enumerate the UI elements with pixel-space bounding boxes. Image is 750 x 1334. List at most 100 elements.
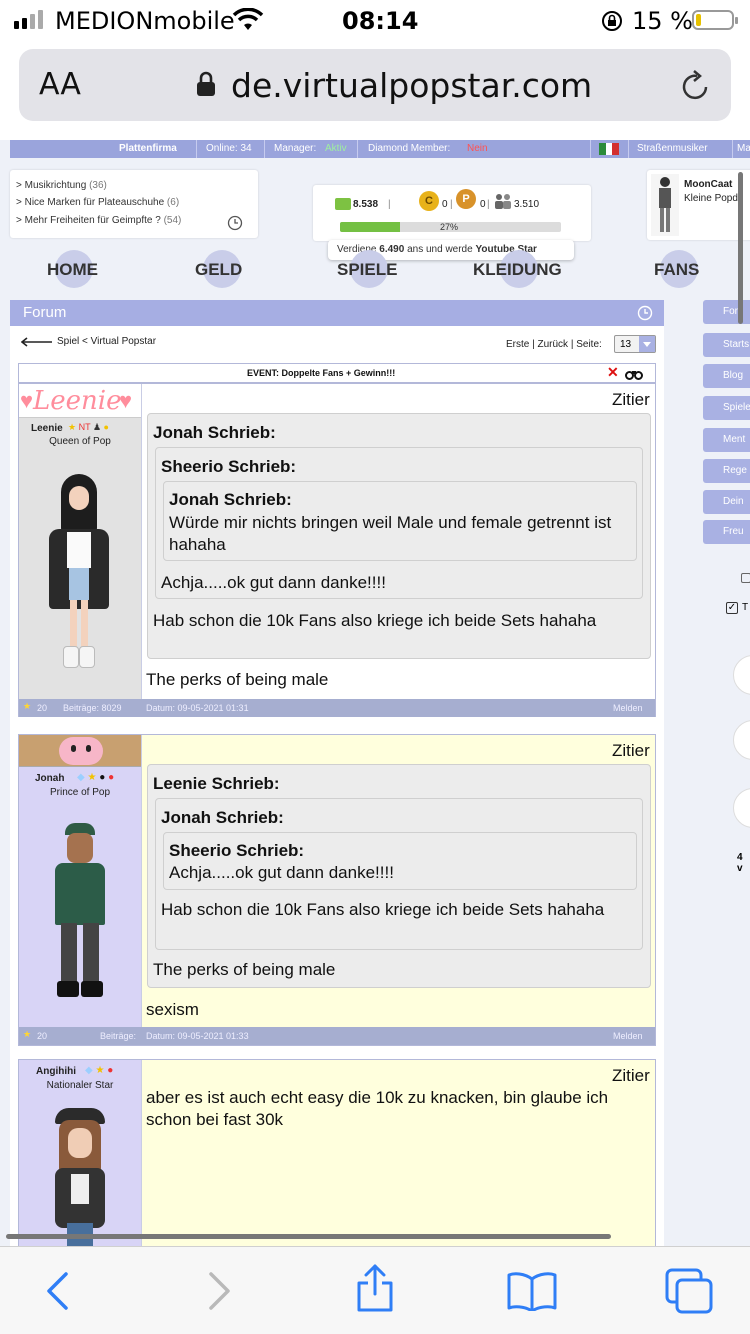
tabs-icon[interactable] [664,1267,714,1315]
forward-icon[interactable] [205,1271,233,1311]
user-avatar[interactable] [49,823,111,1003]
side-menu-rege[interactable]: Rege [703,459,750,483]
nav-cut-item[interactable]: Ma [737,143,750,154]
news-link[interactable]: > Nice Marken für Plateauschuhe (6) [16,197,179,208]
side-checkbox-label: T [742,602,749,613]
binoculars-icon[interactable] [625,368,643,380]
back-icon[interactable] [44,1271,72,1311]
quote-author: Jonah Schrieb: [161,808,284,827]
bookmarks-icon[interactable] [506,1271,558,1311]
back-arrow-icon[interactable] [21,337,53,347]
news-link[interactable]: > Musikrichtung (36) [16,180,107,191]
side-menu-freu[interactable]: Freu [703,520,750,544]
side-menu-ment[interactable]: Ment [703,428,750,452]
user-banner [19,735,141,767]
user-panel: Angihihi ◆ ★ ● Nationaler Star [19,1060,141,1246]
user-panel: Leenie ♥ ♥ Leenie ★ NT ♟ ● Queen of Pop [19,384,141,699]
news-link[interactable]: > Mehr Freiheiten für Geimpfte ? (54) [16,215,181,226]
browser-url-bar: AA de.virtualpopstar.com [0,40,750,140]
signal-bar [22,18,27,29]
user-title: Queen of Pop [49,436,111,447]
breadcrumb[interactable]: Spiel < Virtual Popstar [57,336,156,347]
address-field[interactable]: AA de.virtualpopstar.com [19,49,731,121]
nav-kleidung[interactable]: KLEIDUNG [473,260,562,280]
close-thread-icon[interactable]: ✕ [607,364,619,381]
forum-post: Leenie ♥ ♥ Leenie ★ NT ♟ ● Queen of Pop [18,383,656,717]
nav-plattenfirma[interactable]: Plattenfirma [119,143,177,154]
quote-text: Achja.....ok gut dann danke!!!! [161,573,386,592]
clock-icon [637,305,653,321]
fans-icon [495,194,511,209]
side-menu-start[interactable]: Starts [703,333,750,357]
clock-icon [227,215,243,231]
signal-bar [30,14,35,29]
username[interactable]: Jonah [35,773,64,784]
report-link[interactable]: Melden [613,1031,643,1041]
quote-button[interactable]: Zitier [612,741,650,761]
reload-icon[interactable] [680,69,712,103]
username[interactable]: Leenie [31,423,63,434]
chevron-down-icon [643,342,651,347]
manager-status: Aktiv [325,143,347,154]
user-badges: ◆ ★ ● [85,1065,114,1076]
page-select[interactable]: 13 [614,335,656,353]
signal-bar [38,10,43,29]
post-date: Datum: 09-05-2021 01:33 [146,1031,249,1041]
side-menu-dein[interactable]: Dein [703,490,750,514]
money-icon [335,198,351,210]
vertical-scrollbar[interactable] [738,172,743,324]
side-menu-blog[interactable]: Blog [703,364,750,388]
quote-block: Leenie Schrieb: Jonah Schrieb: Sheerio S… [147,764,651,988]
quote-author: Sheerio Schrieb: [169,841,305,860]
battery-percent: 15 % [632,7,693,35]
side-menu-spiele[interactable]: Spiele [703,396,750,420]
mexico-flag-icon [599,143,620,155]
points-icon: P [456,189,476,209]
wifi-icon [232,8,264,30]
user-avatar[interactable] [49,1108,113,1246]
quote-button[interactable]: Zitier [612,390,650,410]
news-card: > Musikrichtung (36) > Nice Marken für P… [10,170,258,238]
stats-card: 8.538 | C 0 | P 0 | 3.510 27% [313,185,591,241]
side-checkbox[interactable]: ✓ [726,602,738,614]
quote-button[interactable]: Zitier [612,1066,650,1086]
url-text: de.virtualpopstar.com [231,66,593,105]
quote-block: Jonah Schrieb: Sheerio Schrieb: Achja...… [155,798,643,950]
quote-text: Achja.....ok gut dann danke!!!! [169,863,394,882]
post-date: Datum: 09-05-2021 01:31 [146,703,249,713]
quote-text: Hab schon die 10k Fans also kriege ich b… [161,900,605,919]
report-link[interactable]: Melden [613,703,643,713]
online-count[interactable]: Online: 34 [206,143,252,154]
thread-title: EVENT: Doppelte Fans + Gewinn!!! [247,368,396,378]
horizontal-scrollbar[interactable] [6,1234,611,1239]
quote-author: Jonah Schrieb: [153,423,276,442]
battery-icon [692,10,738,30]
nav-fans[interactable]: FANS [654,260,699,280]
post-content: Zitier aber es ist auch echt easy die 10… [141,1060,655,1246]
user-post-count: Beiträge: [100,1031,137,1041]
forum-panel: Spiel < Virtual Popstar Erste | Zurück |… [10,326,664,1246]
user-avatar[interactable] [39,474,119,674]
user-stars: 20 [37,1031,48,1041]
nav-home[interactable]: HOME [47,260,98,280]
share-icon[interactable] [355,1263,395,1313]
quote-author: Jonah Schrieb: [169,490,292,509]
lock-icon [197,71,215,96]
coins-value: 0 [442,199,448,210]
web-page: Plattenfirma Online: 34 Manager: Aktiv D… [0,140,750,1246]
username[interactable]: Angihihi [36,1066,76,1077]
quote-block: Sheerio Schrieb: Achja.....ok gut dann d… [163,832,637,890]
post-body: sexism [146,1000,199,1019]
side-avatar[interactable] [733,788,750,828]
post-footer: ★ 20 Beiträge: Datum: 09-05-2021 01:33 M… [19,1027,655,1045]
profile-card[interactable]: MoonCaat Kleine Popdo [647,170,750,240]
side-avatar[interactable] [733,655,750,695]
nav-geld[interactable]: GELD [195,260,242,280]
user-post-count: Beiträge: 8029 [63,703,122,713]
profile-avatar [651,174,679,236]
nav-strassenmusiker[interactable]: Straßenmusiker [637,143,708,154]
reader-options-button[interactable]: AA [39,67,81,102]
side-avatar[interactable] [733,720,750,760]
nav-spiele[interactable]: SPIELE [337,260,397,280]
pager-links[interactable]: Erste | Zurück | Seite: [506,339,602,350]
